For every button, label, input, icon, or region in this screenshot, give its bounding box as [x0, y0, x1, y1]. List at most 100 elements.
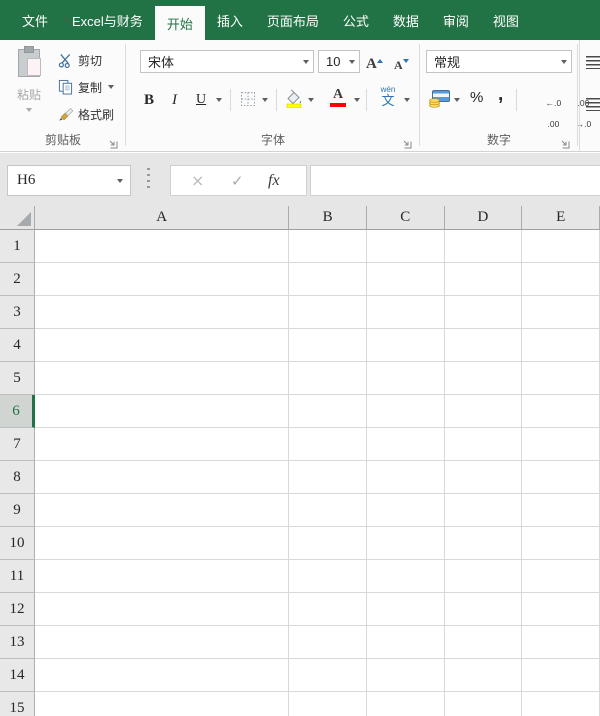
row-header-14[interactable]: 14 [0, 659, 35, 692]
cell[interactable] [522, 692, 600, 716]
column-header-d[interactable]: D [444, 206, 523, 230]
cell[interactable] [444, 263, 523, 296]
cell[interactable] [366, 263, 445, 296]
font-name-combo[interactable]: 宋体 [140, 50, 314, 73]
borders-button[interactable] [240, 91, 256, 112]
row-header-1[interactable]: 1 [0, 230, 35, 263]
cell[interactable] [522, 461, 600, 494]
column-header-a[interactable]: A [34, 206, 290, 230]
number-dialog-launcher-icon[interactable] [559, 136, 570, 149]
cell[interactable] [289, 527, 367, 560]
copy-dropdown-icon[interactable] [108, 85, 115, 89]
cut-button[interactable]: 剪切 [58, 49, 102, 71]
cell[interactable] [444, 428, 523, 461]
column-header-c[interactable]: C [366, 206, 445, 230]
tab-page-layout[interactable]: 页面布局 [255, 0, 331, 40]
borders-dropdown-icon[interactable] [262, 98, 268, 102]
cell[interactable] [366, 461, 445, 494]
cell[interactable] [289, 560, 367, 593]
cell[interactable] [366, 527, 445, 560]
cell[interactable] [522, 593, 600, 626]
enter-button[interactable]: ✓ [231, 172, 244, 190]
cell[interactable] [444, 692, 523, 716]
tab-view[interactable]: 视图 [481, 0, 531, 40]
cell[interactable] [444, 527, 523, 560]
cell[interactable] [366, 593, 445, 626]
cell[interactable] [366, 230, 445, 263]
shrink-font-button[interactable]: A [394, 50, 409, 73]
cell[interactable] [366, 494, 445, 527]
copy-button[interactable]: 复制 [58, 76, 115, 98]
cell[interactable] [366, 560, 445, 593]
cell[interactable] [289, 329, 367, 362]
row-header-12[interactable]: 12 [0, 593, 35, 626]
cell[interactable] [366, 626, 445, 659]
cell[interactable] [522, 659, 600, 692]
row-header-13[interactable]: 13 [0, 626, 35, 659]
tab-data[interactable]: 数据 [381, 0, 431, 40]
cell[interactable] [444, 626, 523, 659]
cell[interactable] [444, 296, 523, 329]
insert-function-button[interactable]: fx [268, 172, 280, 190]
cell[interactable] [522, 527, 600, 560]
cell[interactable] [289, 593, 367, 626]
font-size-combo[interactable]: 10 [318, 50, 360, 73]
paste-button[interactable]: 粘贴 [4, 45, 54, 131]
cell[interactable] [34, 428, 290, 461]
cell[interactable] [289, 461, 367, 494]
cell[interactable] [522, 263, 600, 296]
cell[interactable] [35, 395, 290, 428]
grow-font-button[interactable]: A [366, 50, 383, 73]
cancel-button[interactable]: × [191, 171, 204, 190]
row-header-2[interactable]: 2 [0, 263, 35, 296]
clipboard-dialog-launcher-icon[interactable] [107, 136, 118, 149]
align-lines-icon[interactable] [586, 98, 600, 111]
cell[interactable] [444, 329, 523, 362]
cell[interactable] [289, 692, 367, 716]
row-header-5[interactable]: 5 [0, 362, 35, 395]
cell[interactable] [34, 659, 290, 692]
cell[interactable] [366, 692, 445, 716]
cell[interactable] [34, 230, 290, 263]
cell[interactable] [34, 362, 290, 395]
cell[interactable] [366, 659, 445, 692]
cell[interactable] [522, 395, 600, 428]
underline-button[interactable]: U [196, 92, 206, 108]
italic-button[interactable]: I [172, 92, 177, 109]
cell[interactable] [34, 263, 290, 296]
tab-review[interactable]: 审阅 [431, 0, 481, 40]
cell[interactable] [522, 560, 600, 593]
font-color-dropdown-icon[interactable] [354, 98, 360, 102]
name-box-dropdown-icon[interactable] [117, 179, 123, 183]
row-header-7[interactable]: 7 [0, 428, 35, 461]
cell[interactable] [289, 395, 367, 428]
tab-home[interactable]: 开始 [154, 6, 205, 40]
align-lines-icon[interactable] [586, 56, 600, 69]
paste-dropdown-icon[interactable] [26, 108, 32, 112]
row-header-15[interactable]: 15 [0, 692, 35, 716]
fill-color-dropdown-icon[interactable] [308, 98, 314, 102]
font-dialog-launcher-icon[interactable] [401, 136, 412, 149]
cell[interactable] [522, 626, 600, 659]
row-header-10[interactable]: 10 [0, 527, 35, 560]
name-box[interactable]: H6 [7, 165, 131, 196]
cell[interactable] [366, 428, 445, 461]
cell[interactable] [367, 395, 445, 428]
tab-insert[interactable]: 插入 [205, 0, 255, 40]
select-all-button[interactable] [0, 206, 35, 230]
underline-dropdown-icon[interactable] [216, 98, 222, 102]
cell[interactable] [289, 626, 367, 659]
cell[interactable] [289, 296, 367, 329]
row-header-8[interactable]: 8 [0, 461, 35, 494]
cell[interactable] [289, 362, 367, 395]
comma-style-button[interactable]: , [498, 84, 503, 106]
cell[interactable] [522, 329, 600, 362]
cell[interactable] [444, 230, 523, 263]
cell[interactable] [444, 494, 523, 527]
bold-button[interactable]: B [144, 92, 154, 109]
cell[interactable] [522, 230, 600, 263]
cell[interactable] [444, 362, 523, 395]
cell[interactable] [444, 461, 523, 494]
column-header-e[interactable]: E [522, 206, 600, 230]
percent-style-button[interactable]: % [470, 89, 483, 106]
